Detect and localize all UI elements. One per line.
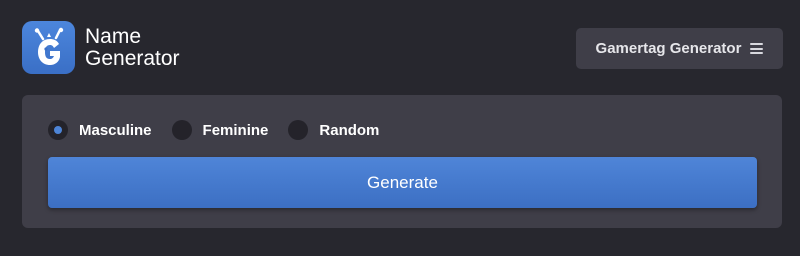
site-logo[interactable]: Name Generator xyxy=(22,21,180,74)
radio-label-masculine: Masculine xyxy=(79,121,152,139)
radio-option-random[interactable]: Random xyxy=(288,120,379,140)
site-title-line1: Name xyxy=(85,24,142,48)
radio-button-random[interactable] xyxy=(288,120,309,140)
radio-button-masculine[interactable] xyxy=(48,120,68,140)
hamburger-icon xyxy=(750,43,764,54)
g-monster-logo-icon xyxy=(22,21,75,74)
gender-radio-group: Masculine Feminine Random xyxy=(48,120,399,140)
page: Name Generator Gamertag Generator Mascul… xyxy=(0,0,800,256)
menu-button-label: Gamertag Generator xyxy=(595,40,742,57)
generator-panel: Masculine Feminine Random Generate xyxy=(22,95,782,228)
site-title: Name Generator xyxy=(85,24,180,70)
site-title-line2: Generator xyxy=(85,46,180,70)
radio-option-feminine[interactable]: Feminine xyxy=(171,120,269,140)
radio-option-masculine[interactable]: Masculine xyxy=(48,120,152,140)
radio-button-feminine[interactable] xyxy=(171,120,192,140)
radio-label-random: Random xyxy=(319,121,380,139)
gamertag-generator-menu-button[interactable]: Gamertag Generator xyxy=(576,28,783,69)
radio-label-feminine: Feminine xyxy=(202,121,269,139)
generate-button[interactable]: Generate xyxy=(48,157,757,208)
